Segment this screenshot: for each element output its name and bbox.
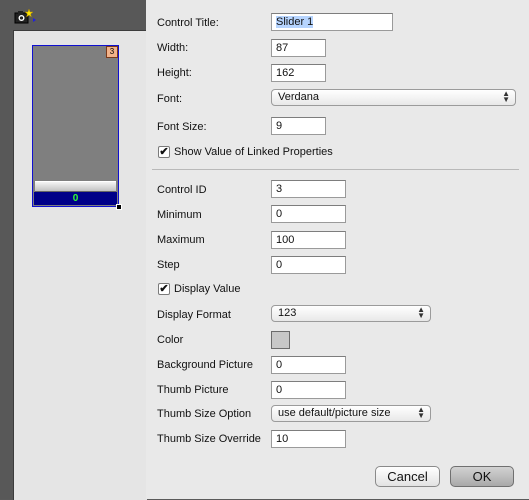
font-label: Font: (157, 93, 183, 105)
chevron-updown-icon: ▲ ▼ (502, 89, 510, 104)
show-value-linked-checkbox[interactable]: ✔ (158, 146, 170, 158)
ok-button[interactable]: OK (450, 466, 514, 487)
slider-properties-dialog: Control Title: Slider 1 Width: 87 Height… (146, 0, 529, 499)
show-value-linked-label: Show Value of Linked Properties (174, 146, 333, 158)
slider-control-preview[interactable]: 3 0 (32, 45, 119, 207)
color-label: Color (157, 334, 184, 346)
display-value-checkbox[interactable]: ✔ (158, 283, 170, 295)
height-label: Height: (157, 67, 192, 79)
maximum-label: Maximum (157, 234, 205, 246)
control-title-label: Control Title: (157, 17, 219, 29)
minimum-label: Minimum (157, 209, 202, 221)
thumb-size-override-field[interactable]: 10 (271, 430, 346, 448)
step-label: Step (157, 259, 180, 271)
minimum-field[interactable]: 0 (271, 205, 346, 223)
background-picture-label: Background Picture (157, 359, 253, 371)
control-id-label: Control ID (157, 184, 207, 196)
resize-handle[interactable] (116, 204, 122, 210)
maximum-field[interactable]: 100 (271, 231, 346, 249)
font-size-label: Font Size: (157, 121, 207, 133)
display-format-select[interactable]: 123 ▲ ▼ (271, 305, 431, 322)
font-size-field[interactable]: 9 (271, 117, 326, 135)
cancel-button[interactable]: Cancel (375, 466, 440, 487)
control-id-field[interactable]: 3 (271, 180, 346, 198)
camera-icon[interactable] (14, 8, 36, 24)
section-divider (152, 169, 519, 170)
display-value-label: Display Value (174, 283, 241, 295)
display-format-label: Display Format (157, 309, 231, 321)
width-label: Width: (157, 42, 189, 54)
thumb-size-option-label: Thumb Size Option (157, 408, 252, 420)
slider-value-display: 0 (34, 192, 117, 205)
height-field[interactable]: 162 (271, 64, 326, 82)
step-field[interactable]: 0 (271, 256, 346, 274)
background-picture-field[interactable]: 0 (271, 356, 346, 374)
thumb-size-override-label: Thumb Size Override (157, 433, 261, 445)
layout-canvas: 3 0 (0, 0, 147, 500)
thumb-picture-field[interactable]: 0 (271, 381, 346, 399)
slider-id-badge: 3 (106, 46, 118, 58)
slider-thumb[interactable] (35, 181, 116, 192)
chevron-updown-icon: ▲ ▼ (417, 305, 425, 320)
font-select[interactable]: Verdana ▲ ▼ (271, 89, 516, 106)
chevron-updown-icon: ▲ ▼ (417, 405, 425, 420)
color-swatch[interactable] (271, 331, 290, 349)
control-title-field[interactable]: Slider 1 (271, 13, 393, 31)
thumb-picture-label: Thumb Picture (157, 384, 229, 396)
thumb-size-option-select[interactable]: use default/picture size ▲ ▼ (271, 405, 431, 422)
width-field[interactable]: 87 (271, 39, 326, 57)
